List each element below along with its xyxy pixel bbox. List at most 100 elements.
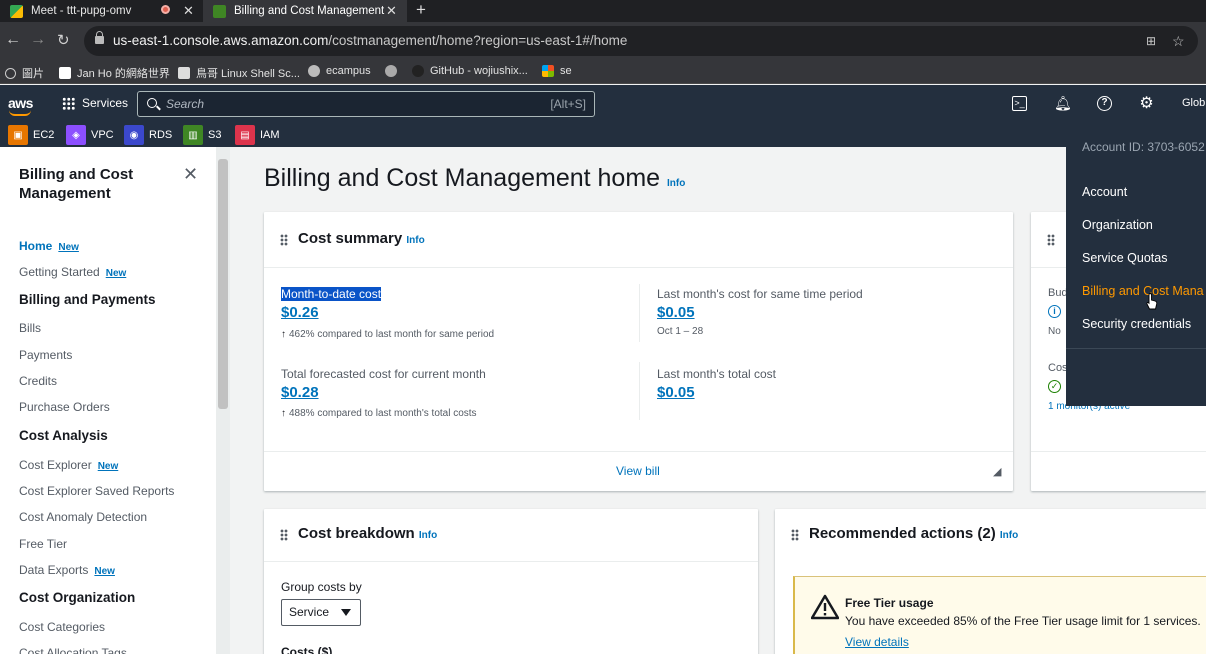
group-costs-label: Group costs by xyxy=(281,580,362,594)
drag-handle-icon[interactable] xyxy=(280,234,288,246)
last-total-value[interactable]: $0.05 xyxy=(657,384,695,401)
favorite-rds[interactable]: ◉ RDS xyxy=(124,125,172,145)
last-total-label: Last month's total cost xyxy=(657,367,777,381)
menu-item-organization[interactable]: Organization xyxy=(1082,218,1153,232)
last-same-value[interactable]: $0.05 xyxy=(657,304,695,321)
bookmark-item[interactable]: Jan Ho 的網絡世界 xyxy=(59,65,170,81)
bookmark-item[interactable]: ecampus xyxy=(308,65,371,77)
info-link[interactable]: Info xyxy=(1000,530,1018,541)
caret-down-icon xyxy=(341,609,351,616)
drag-handle-icon[interactable] xyxy=(280,529,288,541)
region-selector[interactable]: Glob xyxy=(1182,97,1205,109)
aws-top-nav: aws Services Search [Alt+S] >_ 🔔︎ ? ⚙ Gl… xyxy=(0,85,1206,122)
drag-handle-icon[interactable] xyxy=(791,529,799,541)
sidebar-item-getting-started[interactable]: Getting Started New xyxy=(19,265,126,279)
tab-meet[interactable]: Meet - ttt-pupg-omv ✕ xyxy=(0,0,202,22)
forward-icon[interactable]: → xyxy=(30,31,46,49)
sidebar-scrollbar[interactable] xyxy=(216,147,230,654)
bookmark-item[interactable] xyxy=(385,65,403,77)
url-field[interactable]: us-east-1.console.aws.amazon.com/costman… xyxy=(84,26,1198,56)
group-by-select[interactable]: Service xyxy=(281,599,361,626)
services-button[interactable]: Services xyxy=(62,96,128,110)
sidebar-item-credits[interactable]: Credits xyxy=(19,374,57,388)
card-title-text: Cost summary xyxy=(298,230,403,247)
menu-item-account[interactable]: Account xyxy=(1082,185,1127,199)
bell-icon[interactable]: 🔔︎ xyxy=(1054,96,1072,111)
translate-icon[interactable]: ⊞ xyxy=(1146,26,1156,56)
search-input[interactable]: Search [Alt+S] xyxy=(137,91,595,117)
star-icon[interactable]: ☆ xyxy=(1172,26,1185,56)
view-bill-link[interactable]: View bill xyxy=(616,464,660,478)
sidebar-item-bills[interactable]: Bills xyxy=(19,321,41,335)
menu-item-security-credentials[interactable]: Security credentials xyxy=(1082,317,1191,331)
cloudshell-icon[interactable]: >_ xyxy=(1012,96,1027,111)
new-badge: New xyxy=(105,268,127,279)
bookmark-item[interactable]: GitHub - wojiushix... xyxy=(412,65,528,77)
info-link[interactable]: Info xyxy=(419,530,437,541)
microsoft-icon xyxy=(542,65,554,77)
close-tab-icon[interactable]: ✕ xyxy=(183,3,194,19)
sidebar-item-free-tier[interactable]: Free Tier xyxy=(19,537,67,551)
favorite-ec2[interactable]: ▣ EC2 xyxy=(8,125,54,145)
menu-divider xyxy=(1066,348,1206,349)
account-menu: Account ID: 3703-6052 Account Organizati… xyxy=(1066,121,1206,406)
sidebar-section-cost-analysis: Cost Analysis xyxy=(19,428,108,443)
gear-icon[interactable]: ⚙ xyxy=(1139,96,1154,112)
sidebar-title: Billing and Cost Management xyxy=(19,166,134,202)
sidebar: Billing and Cost Management ✕ Home New Ge… xyxy=(0,147,216,654)
recording-icon xyxy=(161,5,170,14)
card-title: Recommended actions (2) Info xyxy=(809,525,1018,542)
rds-icon: ◉ xyxy=(124,125,144,145)
sidebar-item-data-exports[interactable]: Data Exports New xyxy=(19,563,115,577)
vpc-icon: ◈ xyxy=(66,125,86,145)
select-value: Service xyxy=(289,605,330,619)
divider xyxy=(639,284,640,342)
sidebar-item-saved-reports[interactable]: Cost Explorer Saved Reports xyxy=(19,484,174,498)
view-details-link[interactable]: View details xyxy=(845,635,909,649)
new-badge: New xyxy=(94,566,115,577)
back-icon[interactable]: ← xyxy=(5,31,21,49)
mtd-value[interactable]: $0.26 xyxy=(281,304,319,321)
info-link[interactable]: Info xyxy=(406,235,424,246)
drag-handle-icon[interactable] xyxy=(1047,234,1055,246)
menu-item-service-quotas[interactable]: Service Quotas xyxy=(1082,251,1167,265)
favorite-iam[interactable]: ▤ IAM xyxy=(235,125,280,145)
close-tab-icon[interactable]: ✕ xyxy=(386,3,397,19)
meet-icon xyxy=(10,4,23,18)
tab-billing[interactable]: Billing and Cost Management ✕ xyxy=(203,0,407,22)
pointer-cursor-icon xyxy=(1146,293,1158,310)
favorite-vpc[interactable]: ◈ VPC xyxy=(66,125,114,145)
resize-icon[interactable]: ◢ xyxy=(993,465,1001,478)
divider xyxy=(1031,451,1206,452)
reload-icon[interactable]: ↻ xyxy=(57,31,70,49)
aws-logo[interactable]: aws xyxy=(8,95,33,116)
sidebar-item-payments[interactable]: Payments xyxy=(19,348,72,362)
scrollbar-thumb[interactable] xyxy=(218,159,228,409)
close-icon[interactable]: ✕ xyxy=(183,164,198,185)
bookmark-item[interactable]: se xyxy=(542,65,572,77)
card-title-text: Cost breakdown xyxy=(298,525,415,542)
help-icon[interactable]: ? xyxy=(1097,96,1112,111)
favorite-s3[interactable]: ▥ S3 xyxy=(183,125,221,145)
new-tab-icon[interactable]: + xyxy=(416,0,426,20)
page-title-text: Billing and Cost Management home xyxy=(264,164,661,192)
forecast-label: Total forecasted cost for current month xyxy=(281,367,486,381)
bookmark-item[interactable]: 鳥哥 Linux Shell Sc... xyxy=(178,65,300,81)
grid-icon xyxy=(62,96,75,110)
bookmark-item[interactable]: 圖片 xyxy=(5,65,44,81)
sidebar-item-purchase-orders[interactable]: Purchase Orders xyxy=(19,400,110,414)
sidebar-item-cost-explorer[interactable]: Cost Explorer New xyxy=(19,458,118,472)
sidebar-item-home[interactable]: Home New xyxy=(19,239,79,253)
last-same-label: Last month's cost for same time period xyxy=(657,287,863,301)
forecast-compare: ↑ 488% compared to last month's total cos… xyxy=(281,408,477,419)
sidebar-item-cost-allocation-tags[interactable]: Cost Allocation Tags xyxy=(19,646,127,654)
free-tier-alert: Free Tier usage You have exceeded 85% of… xyxy=(793,576,1206,654)
info-link[interactable]: Info xyxy=(667,178,685,189)
forecast-value[interactable]: $0.28 xyxy=(281,384,319,401)
menu-item-billing[interactable]: Billing and Cost Mana xyxy=(1082,284,1204,298)
favorite-label: S3 xyxy=(208,129,222,141)
sidebar-item-anomaly-detection[interactable]: Cost Anomaly Detection xyxy=(19,510,147,524)
search-shortcut: [Alt+S] xyxy=(550,97,586,111)
url-host: us-east-1.console.aws.amazon.com xyxy=(113,33,329,48)
sidebar-item-cost-categories[interactable]: Cost Categories xyxy=(19,620,105,634)
